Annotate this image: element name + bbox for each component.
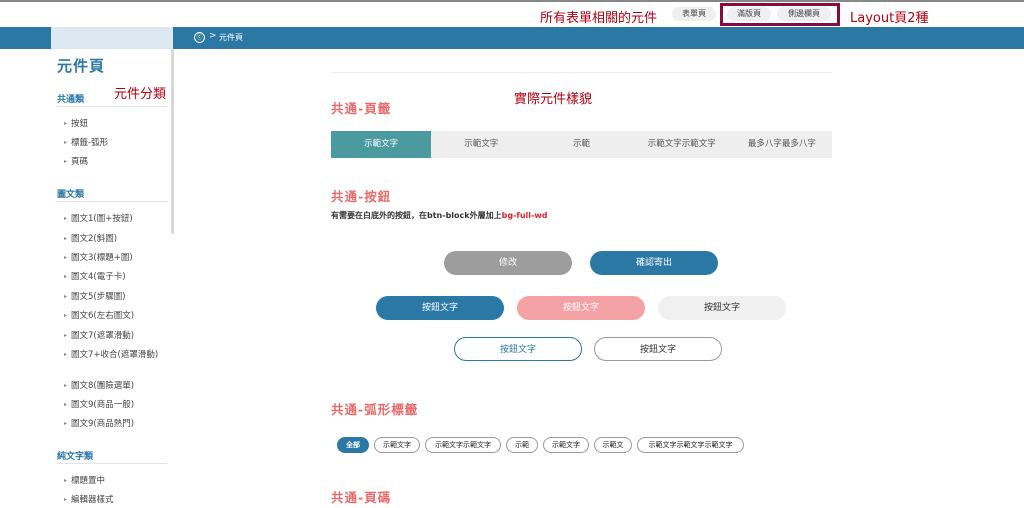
sidebar-item-image-text-4[interactable]: 圖文4(電子卡)	[64, 271, 126, 284]
sidebar-item-editor-style[interactable]: 編輯器樣式	[64, 494, 114, 507]
tag-item[interactable]: 示範文字示範文字	[425, 437, 501, 453]
pink-button[interactable]: 按鈕文字	[517, 296, 645, 320]
breadcrumb-separator: >	[209, 31, 217, 41]
tag-item[interactable]: 示範文字	[374, 437, 420, 453]
divider	[331, 72, 832, 73]
divider	[57, 201, 167, 202]
tab-5[interactable]: 最多八字最多八字	[732, 131, 832, 158]
sidebar-title: 元件頁	[57, 57, 106, 75]
sidebar-item-image-text-1[interactable]: 圖文1(圖+按鈕)	[64, 213, 133, 226]
sidebar-scrollbar[interactable]	[171, 49, 174, 234]
tab-4[interactable]: 示範文字示範文字	[632, 131, 732, 158]
sidebar-item-tag-arc[interactable]: 標籤-弧形	[64, 137, 108, 150]
breadcrumb-current: 元件頁	[219, 33, 243, 42]
divider	[57, 106, 167, 107]
sidebar-heading-text-only[interactable]: 純文字類	[57, 449, 93, 462]
annotation-all-form-components: 所有表單相關的元件	[540, 11, 658, 26]
topnav-form-page[interactable]: 表單頁	[672, 7, 716, 21]
tag-all[interactable]: 全部	[337, 437, 369, 453]
buttons-note-class: bg-full-wd	[501, 211, 548, 220]
tab-3[interactable]: 示範	[531, 131, 631, 158]
tag-item[interactable]: 示範文字示範文字示範文字	[637, 437, 744, 453]
sidebar-item-image-text-7[interactable]: 圖文7(遮罩滑動)	[64, 330, 134, 343]
tab-bar: 示範文字 示範文字 示範 示範文字示範文字 最多八字最多八字	[331, 131, 832, 158]
buttons-note-text: 有需要在白底外的按鈕，在btn-block外層加上	[331, 211, 502, 220]
section-title-tabs: 共通-頁籤	[331, 101, 392, 116]
sidebar-item-image-text-6[interactable]: 圖文6(左右圖文)	[64, 310, 134, 323]
tab-2[interactable]: 示範文字	[431, 131, 531, 158]
primary-button[interactable]: 按鈕文字	[376, 296, 504, 320]
sidebar-item-image-text-9-general[interactable]: 圖文9(商品一般)	[64, 399, 134, 412]
sidebar-heading-image-text[interactable]: 圖文類	[57, 187, 84, 200]
sidebar-heading-common[interactable]: 共通類	[57, 92, 84, 105]
tag-item[interactable]: 示範	[506, 437, 538, 453]
annotation-component-category: 元件分類	[114, 87, 167, 102]
tab-1[interactable]: 示範文字	[331, 131, 432, 158]
edit-button[interactable]: 修改	[444, 251, 572, 275]
tag-item[interactable]: 示範文	[594, 437, 632, 453]
sidebar-header-block	[51, 27, 173, 49]
sidebar-item-image-text-2[interactable]: 圖文2(斜圖)	[64, 233, 117, 246]
sidebar-item-image-text-7-collapse[interactable]: 圖文7+收合(遮罩滑動)	[64, 349, 162, 362]
section-title-buttons: 共通-按鈕	[331, 189, 392, 204]
annotation-layout-two-kinds: Layout頁2種	[850, 11, 929, 26]
buttons-note: 有需要在白底外的按鈕，在btn-block外層加上bg-full-wd	[331, 210, 547, 221]
annotation-layout-box	[720, 3, 840, 26]
outline-gray-button[interactable]: 按鈕文字	[594, 337, 722, 361]
gray-button[interactable]: 按鈕文字	[658, 296, 786, 320]
sidebar-item-title-center[interactable]: 標題置中	[64, 475, 105, 488]
home-icon[interactable]: ⓒ	[194, 32, 205, 43]
tag-item[interactable]: 示範文字	[543, 437, 589, 453]
confirm-send-button[interactable]: 確認寄出	[590, 251, 718, 275]
sidebar-item-image-text-3[interactable]: 圖文3(標題+圖)	[64, 252, 133, 265]
divider	[57, 463, 167, 464]
section-title-pagination: 共通-頁碼	[331, 490, 392, 505]
annotation-actual-component-look: 實際元件樣貌	[514, 92, 593, 107]
sidebar-item-image-text-8[interactable]: 圖文8(團險選單)	[64, 380, 134, 393]
section-title-arc-tags: 共通-弧形標籤	[331, 402, 419, 417]
sidebar-item-pagination[interactable]: 頁碼	[64, 156, 88, 169]
outline-blue-button[interactable]: 按鈕文字	[454, 337, 582, 361]
sidebar-item-image-text-5[interactable]: 圖文5(步驟圖)	[64, 291, 126, 304]
sidebar-item-button[interactable]: 按鈕	[64, 118, 88, 131]
sidebar-item-image-text-9-hot[interactable]: 圖文9(商品熱門)	[64, 418, 134, 431]
